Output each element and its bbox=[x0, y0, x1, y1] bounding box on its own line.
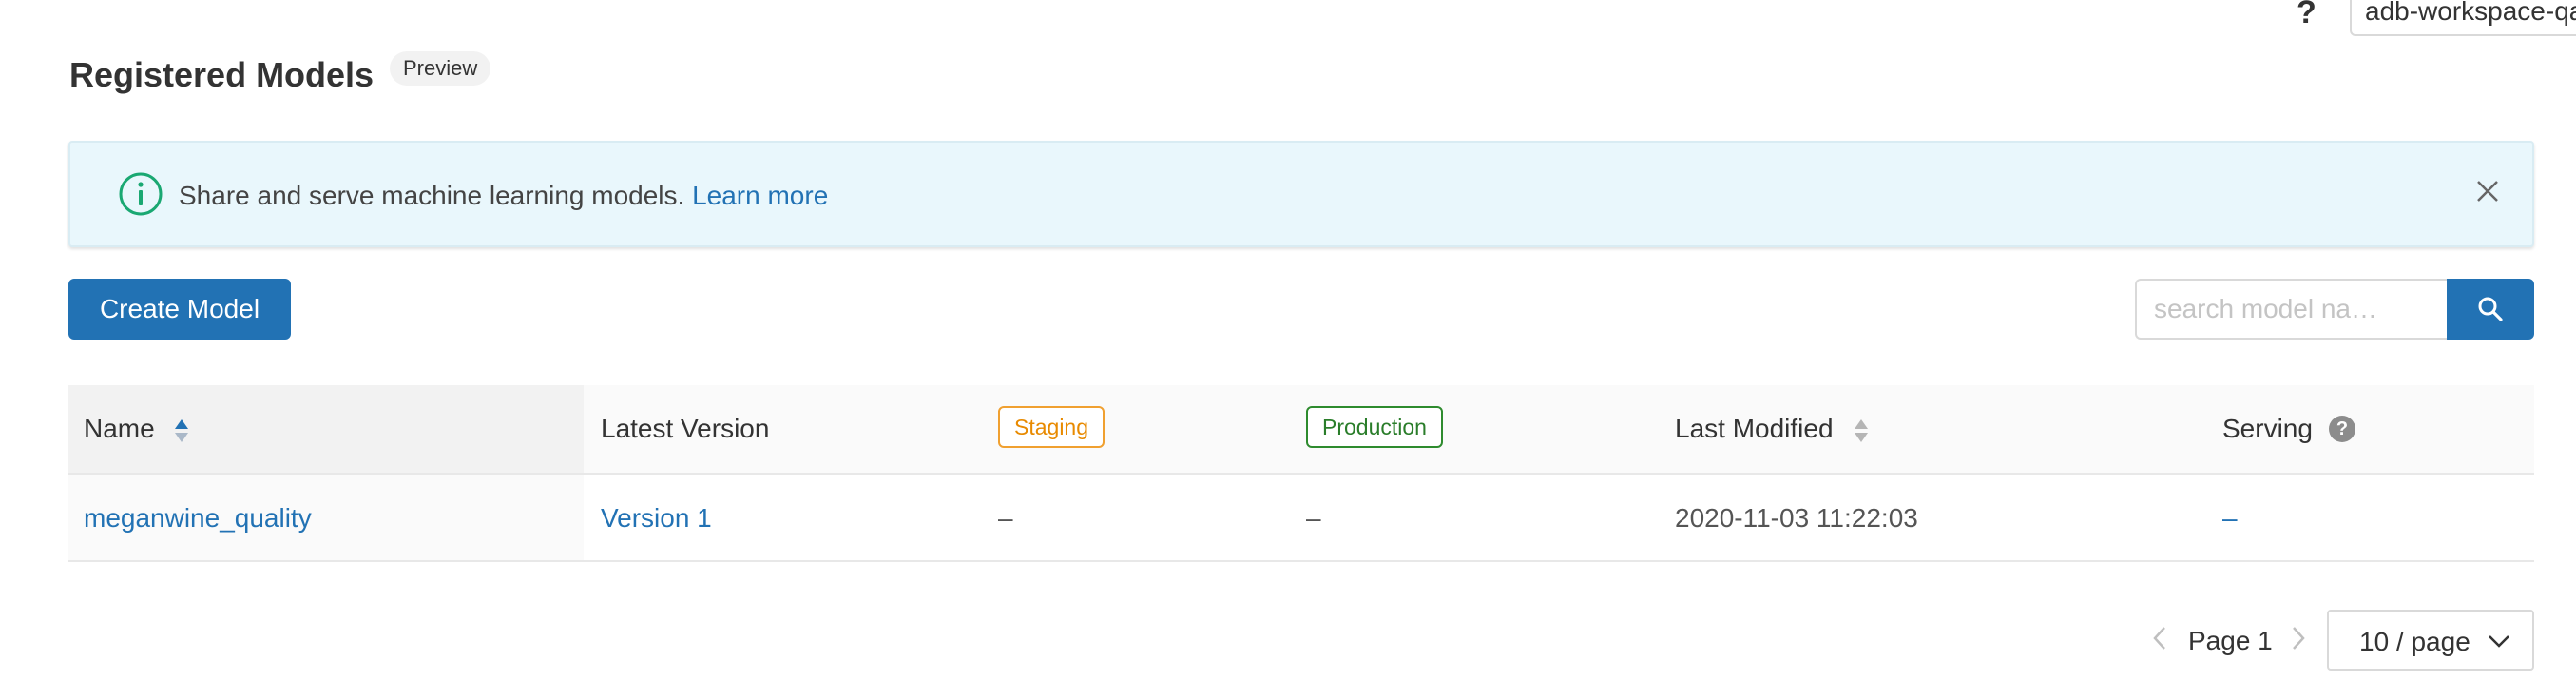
search-input[interactable] bbox=[2135, 279, 2449, 340]
serving-header: Serving bbox=[2222, 414, 2313, 443]
staging-cell: – bbox=[998, 503, 1013, 533]
page-size-label: 10 / page bbox=[2359, 627, 2470, 656]
banner-message: Share and serve machine learning models.… bbox=[179, 181, 828, 211]
last-modified-header[interactable]: Last Modified bbox=[1675, 414, 1834, 444]
info-banner: Share and serve machine learning models.… bbox=[68, 141, 2534, 247]
table-header: Name Latest Version Staging Production L… bbox=[68, 385, 2534, 475]
help-icon[interactable]: ? bbox=[2297, 0, 2316, 31]
staging-tag: Staging bbox=[998, 406, 1105, 448]
page-title: Registered Models bbox=[69, 55, 375, 94]
workspace-selector[interactable]: adb-workspace-qa bbox=[2350, 0, 2576, 36]
help-circle-icon[interactable]: ? bbox=[2329, 416, 2355, 442]
chevron-left-icon[interactable] bbox=[2150, 624, 2169, 652]
last-modified-cell: 2020-11-03 11:22:03 bbox=[1675, 503, 1918, 533]
learn-more-link[interactable]: Learn more bbox=[692, 181, 828, 210]
chevron-right-icon[interactable] bbox=[2289, 624, 2308, 652]
close-icon[interactable] bbox=[2473, 177, 2502, 205]
serving-cell[interactable]: – bbox=[2222, 503, 2238, 534]
preview-badge: Preview bbox=[390, 51, 491, 86]
name-column-header[interactable]: Name bbox=[68, 385, 584, 473]
page-indicator: Page 1 bbox=[2188, 626, 2273, 655]
chevron-down-icon bbox=[2489, 635, 2509, 648]
search-icon bbox=[2478, 297, 2503, 321]
name-header-label: Name bbox=[84, 414, 155, 443]
latest-version-header: Latest Version bbox=[601, 414, 770, 443]
table-row: meganwine_quality Version 1 – – 2020-11-… bbox=[68, 475, 2534, 562]
version-link[interactable]: Version 1 bbox=[601, 503, 712, 534]
sort-icon[interactable] bbox=[1853, 418, 1870, 444]
banner-text: Share and serve machine learning models. bbox=[179, 181, 685, 210]
page-size-select[interactable]: 10 / page bbox=[2327, 610, 2534, 671]
sort-ascending-icon[interactable] bbox=[173, 418, 190, 444]
production-tag: Production bbox=[1306, 406, 1443, 448]
create-model-button[interactable]: Create Model bbox=[68, 279, 291, 340]
model-name-link[interactable]: meganwine_quality bbox=[84, 503, 312, 534]
search-button[interactable] bbox=[2447, 279, 2534, 340]
info-circle-icon bbox=[119, 172, 163, 216]
production-cell: – bbox=[1306, 503, 1321, 533]
